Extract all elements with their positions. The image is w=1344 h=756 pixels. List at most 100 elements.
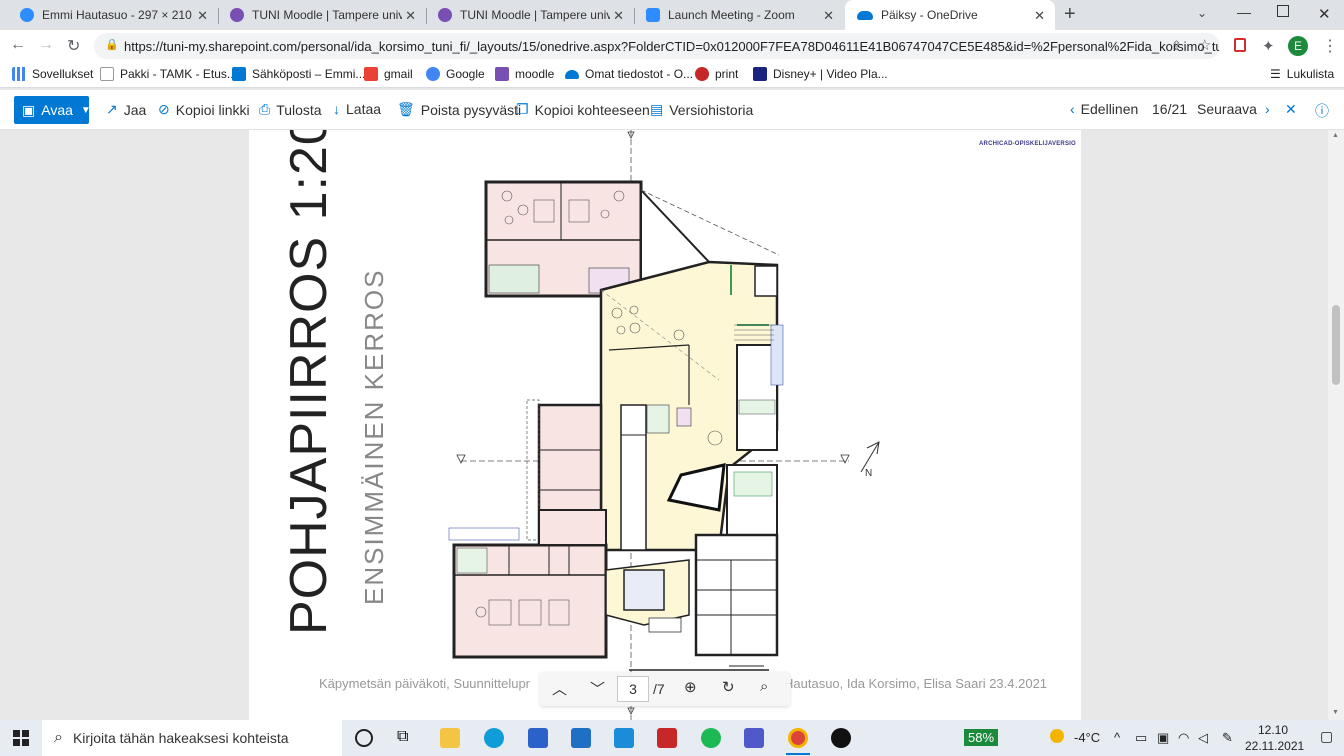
page-navigator: ︿ ﹀ 3 /7 ⊕ ↻ ⌕ [540, 672, 790, 706]
bookmark-outlook[interactable]: Sähköposti – Emmi... [232, 67, 365, 81]
bookmark-pakki[interactable]: Pakki - TAMK - Etus... [100, 67, 237, 81]
temperature[interactable]: -4°C [1074, 730, 1100, 745]
chevron-left-icon: ‹ [1070, 101, 1075, 117]
tab-search-icon[interactable]: ⌄ [1197, 6, 1207, 20]
copy-icon: ❐ [516, 101, 529, 117]
bookmark-print[interactable]: print [695, 67, 738, 81]
extensions-puzzle-icon[interactable]: ✦ [1262, 37, 1275, 55]
close-tab-icon[interactable]: ✕ [613, 8, 624, 24]
bookmark-moodle[interactable]: moodle [495, 67, 554, 81]
extension-icon[interactable] [1234, 38, 1246, 52]
notifications-icon[interactable]: ▢ [1320, 728, 1333, 745]
copy-to-button[interactable]: ❐ Kopioi kohteeseen [516, 101, 650, 118]
version-history-button[interactable]: ▤ Versiohistoria [650, 101, 753, 118]
mail-icon[interactable] [571, 728, 591, 748]
close-tab-icon[interactable]: ✕ [1034, 8, 1045, 24]
back-button[interactable]: ← [10, 36, 26, 54]
forward-button[interactable]: → [38, 36, 54, 54]
moodle-icon [495, 67, 509, 81]
profile-avatar[interactable]: E [1288, 36, 1308, 56]
bookmark-gmail[interactable]: gmail [364, 67, 413, 81]
task-view-icon[interactable]: ⧉ [397, 728, 408, 746]
store-icon[interactable] [528, 728, 548, 748]
network-icon[interactable]: ▣ [1157, 730, 1169, 746]
next-button[interactable]: Seuraava › [1197, 101, 1276, 117]
previous-button[interactable]: ‹ Edellinen [1070, 101, 1138, 117]
prev-page-chevron-up-icon[interactable]: ︿ [552, 678, 567, 699]
battery-indicator[interactable]: 58% [964, 729, 999, 746]
chrome-icon[interactable] [788, 728, 808, 748]
chevron-down-icon: ▼ [80, 104, 91, 116]
scroll-down-arrow-icon[interactable]: ▼ [1332, 709, 1339, 716]
edge-icon[interactable] [484, 728, 504, 748]
reload-button[interactable]: ↻ [67, 36, 80, 56]
tab-3[interactable]: TUNI Moodle | Tampere universit ✕ [426, 0, 634, 30]
app-shield-icon[interactable] [657, 728, 677, 748]
zoom-in-icon[interactable]: ⊕ [684, 678, 697, 696]
lync-icon[interactable] [614, 728, 634, 748]
vertical-scrollbar[interactable]: ▲ ▼ [1328, 130, 1344, 720]
bookmark-apps[interactable]: Sovellukset [12, 67, 93, 81]
wifi-icon[interactable]: ◠ [1178, 730, 1189, 746]
onedrive-command-bar: ▣ Avaa ▼ ↗ Jaa ⊘ Kopioi linkki ⎙ Tulosta ↓ L… [0, 90, 1344, 130]
outlook-icon [232, 67, 246, 81]
battery-icon[interactable]: ▭ [1135, 730, 1147, 746]
show-hidden-icons-chevron-up-icon[interactable]: ^ [1114, 730, 1120, 745]
reading-list-icon: ☰ [1270, 67, 1281, 81]
taskbar-search-box[interactable]: ⌕ Kirjoita tähän hakeaksesi kohteista [42, 720, 342, 756]
scroll-up-arrow-icon[interactable]: ▲ [1332, 132, 1339, 139]
file-explorer-icon[interactable] [440, 728, 460, 748]
bookmark-disney[interactable]: Disney+ | Video Pla... [753, 67, 888, 81]
windows-start-icon[interactable] [13, 730, 29, 746]
download-button[interactable]: ↓ Lataa [333, 101, 381, 117]
tab-5-active[interactable]: Päiksy - OneDrive ✕ [845, 0, 1055, 30]
print-button[interactable]: ⎙ Tulosta [259, 101, 322, 118]
teams-icon[interactable] [744, 728, 764, 748]
reading-list-button[interactable]: ☰ Lukulista [1270, 67, 1334, 81]
new-tab-button[interactable]: + [1064, 3, 1076, 26]
maximize-button[interactable] [1277, 5, 1289, 17]
delete-permanently-button[interactable]: 🗑 Poista pysyvästi [397, 101, 521, 118]
windows-taskbar: ⌕ Kirjoita tähän hakeaksesi kohteista ⧉ … [0, 720, 1344, 756]
close-viewer-icon[interactable]: ✕ [1285, 101, 1297, 118]
copy-link-button[interactable]: ⊘ Kopioi linkki [158, 101, 250, 118]
address-bar[interactable]: 🔒 https://tuni-my.sharepoint.com/persona… [94, 33, 1220, 59]
url-text: https://tuni-my.sharepoint.com/personal/… [124, 38, 1220, 54]
close-tab-icon[interactable]: ✕ [405, 8, 416, 24]
browser-tab-strip: Emmi Hautasuo - 297 × 210mm ✕ TUNI Moodl… [0, 0, 1344, 30]
close-tab-icon[interactable]: ✕ [823, 8, 834, 24]
rotate-icon[interactable]: ↻ [722, 678, 735, 696]
sheet-footer-right: Hautasuo, Ida Korsimo, Elisa Saari 23.4.… [784, 676, 1048, 691]
bookmark-star-icon[interactable]: ☆ [1198, 36, 1211, 54]
tab-2[interactable]: TUNI Moodle | Tampere universit ✕ [218, 0, 426, 30]
clock-date[interactable]: 22.11.2021 [1245, 739, 1304, 753]
weather-sun-icon[interactable] [1050, 729, 1064, 743]
tab-1[interactable]: Emmi Hautasuo - 297 × 210mm ✕ [8, 0, 218, 30]
search-icon[interactable]: ⌕ [760, 678, 768, 695]
page-number-input[interactable]: 3 [617, 676, 649, 702]
browser-menu-icon[interactable]: ⋮ [1322, 36, 1338, 56]
tab-4[interactable]: Launch Meeting - Zoom ✕ [634, 0, 844, 30]
spotify-icon[interactable] [701, 728, 721, 748]
app-icon[interactable] [831, 728, 851, 748]
tab-favicon-icon [438, 8, 452, 22]
bookmark-onedrive[interactable]: Omat tiedostot - O... [565, 67, 693, 81]
disney-icon [753, 67, 767, 81]
print-icon [695, 67, 709, 81]
share-page-icon[interactable]: ⇪ [1171, 38, 1182, 54]
open-button[interactable]: ▣ Avaa ▼ [14, 96, 91, 124]
info-icon[interactable]: ⓘ [1315, 101, 1329, 121]
scrollbar-thumb[interactable] [1332, 305, 1340, 385]
minimize-button[interactable]: — [1237, 4, 1251, 20]
printer-icon: ⎙ [259, 101, 271, 117]
pen-icon[interactable]: ✎ [1222, 730, 1233, 746]
volume-icon[interactable]: ◁ [1198, 730, 1208, 746]
share-button[interactable]: ↗ Jaa [106, 101, 146, 118]
bookmark-google[interactable]: Google [426, 67, 485, 81]
browser-toolbar: ← → ↻ 🔒 https://tuni-my.sharepoint.com/p… [0, 30, 1344, 62]
close-window-button[interactable]: ✕ [1318, 5, 1331, 23]
cortana-icon[interactable] [355, 729, 373, 747]
close-tab-icon[interactable]: ✕ [197, 8, 208, 24]
next-page-chevron-down-icon[interactable]: ﹀ [590, 678, 605, 699]
clock-time[interactable]: 12.10 [1258, 723, 1288, 737]
